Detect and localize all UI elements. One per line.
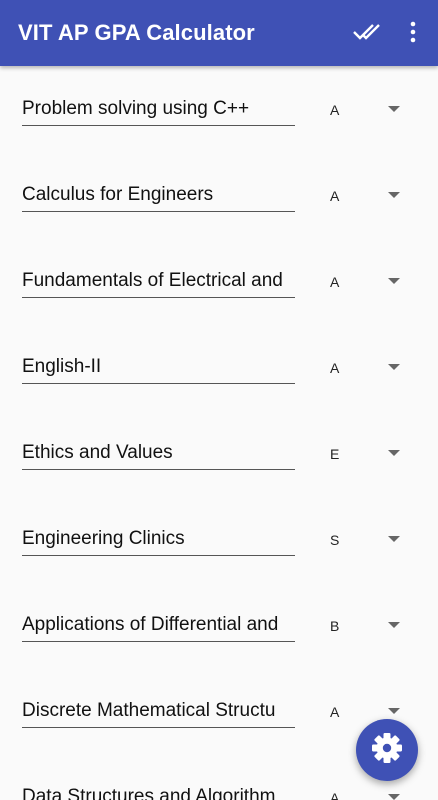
course-row: Calculus for Engineers A bbox=[0, 178, 438, 238]
dropdown-arrow-icon bbox=[388, 106, 400, 112]
grade-value: A bbox=[330, 704, 340, 720]
grade-dropdown[interactable]: S bbox=[322, 528, 414, 554]
grade-dropdown[interactable]: B bbox=[322, 614, 414, 640]
grade-value: A bbox=[330, 274, 340, 290]
dropdown-arrow-icon bbox=[388, 192, 400, 198]
app-title: VIT AP GPA Calculator bbox=[18, 20, 255, 45]
dropdown-arrow-icon bbox=[388, 622, 400, 628]
app-bar: VIT AP GPA Calculator bbox=[0, 0, 438, 66]
course-name-field[interactable]: Engineering Clinics bbox=[22, 522, 295, 556]
course-name-field[interactable]: Problem solving using C++ bbox=[22, 92, 295, 126]
done-all-button[interactable] bbox=[350, 20, 384, 48]
course-name-field[interactable]: Data Structures and Algorithm bbox=[22, 780, 295, 800]
more-vert-icon bbox=[410, 21, 416, 48]
grade-value: S bbox=[330, 532, 340, 548]
course-list: Problem solving using C++ A Calculus for… bbox=[0, 66, 438, 800]
grade-value: A bbox=[330, 360, 340, 376]
dropdown-arrow-icon bbox=[388, 536, 400, 542]
grade-dropdown[interactable]: A bbox=[322, 356, 414, 382]
grade-dropdown[interactable]: A bbox=[322, 184, 414, 210]
grade-value: E bbox=[330, 446, 340, 462]
dropdown-arrow-icon bbox=[388, 450, 400, 456]
grade-dropdown[interactable]: A bbox=[322, 270, 414, 296]
dropdown-arrow-icon bbox=[388, 794, 400, 800]
course-row: Engineering Clinics S bbox=[0, 522, 438, 582]
course-name-field[interactable]: Discrete Mathematical Structu bbox=[22, 694, 295, 728]
grade-dropdown[interactable]: A bbox=[322, 786, 414, 800]
dropdown-arrow-icon bbox=[388, 278, 400, 284]
course-name-field[interactable]: Applications of Differential and bbox=[22, 608, 295, 642]
dropdown-arrow-icon bbox=[388, 708, 400, 714]
done-all-icon bbox=[352, 21, 382, 48]
grade-dropdown[interactable]: A bbox=[322, 98, 414, 124]
course-row: Fundamentals of Electrical and A bbox=[0, 264, 438, 324]
grade-dropdown[interactable]: E bbox=[322, 442, 414, 468]
course-row: English-II A bbox=[0, 350, 438, 410]
course-row: Ethics and Values E bbox=[0, 436, 438, 496]
grade-value: A bbox=[330, 188, 340, 204]
course-row: Problem solving using C++ A bbox=[0, 92, 438, 152]
settings-gear-icon bbox=[370, 731, 404, 770]
course-name-field[interactable]: Ethics and Values bbox=[22, 436, 295, 470]
course-row: Data Structures and Algorithm A bbox=[0, 780, 438, 800]
course-row: Applications of Differential and B bbox=[0, 608, 438, 668]
settings-fab-button[interactable] bbox=[356, 719, 418, 781]
dropdown-arrow-icon bbox=[388, 364, 400, 370]
course-name-field[interactable]: Fundamentals of Electrical and bbox=[22, 264, 295, 298]
overflow-menu-button[interactable] bbox=[400, 18, 426, 50]
grade-value: A bbox=[330, 790, 340, 800]
course-name-field[interactable]: English-II bbox=[22, 350, 295, 384]
course-name-field[interactable]: Calculus for Engineers bbox=[22, 178, 295, 212]
grade-value: B bbox=[330, 618, 340, 634]
grade-value: A bbox=[330, 102, 340, 118]
